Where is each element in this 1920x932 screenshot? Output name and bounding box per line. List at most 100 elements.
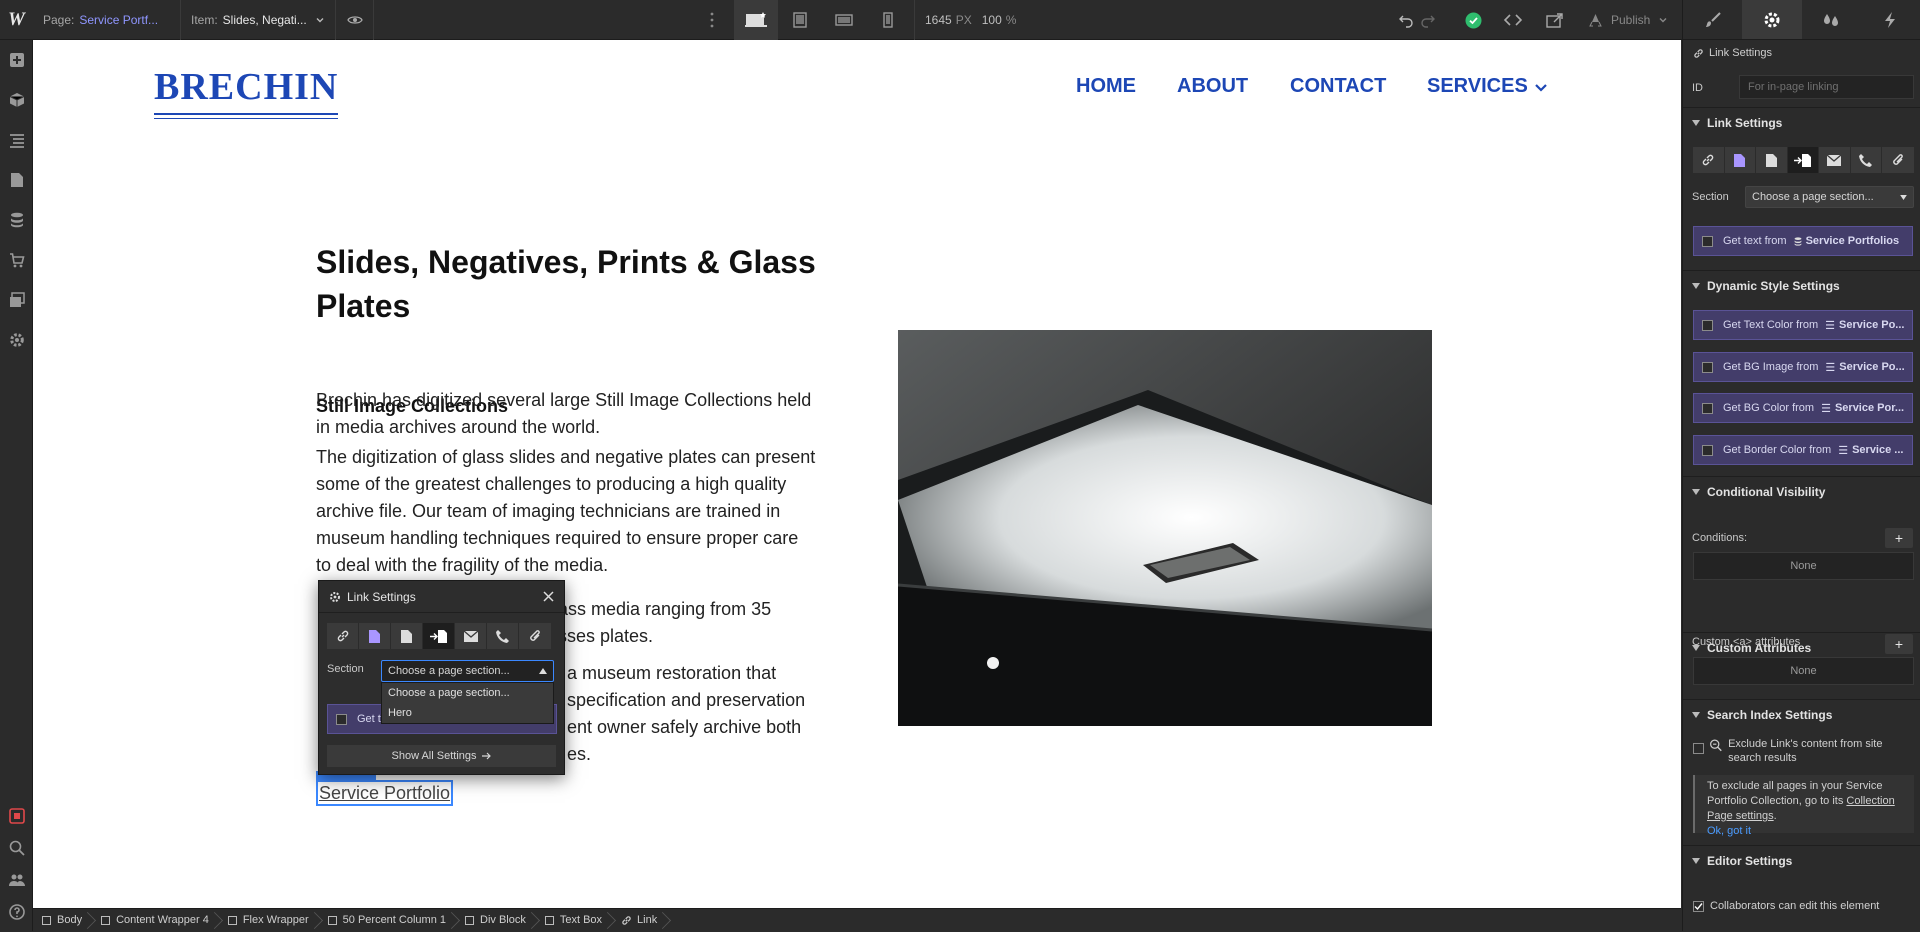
undo-icon[interactable] bbox=[1398, 12, 1414, 28]
tab-interactions[interactable] bbox=[1860, 0, 1920, 40]
email-link-button[interactable] bbox=[455, 623, 487, 649]
link-type-row bbox=[1693, 147, 1914, 173]
add-condition-button[interactable]: + bbox=[1885, 528, 1913, 548]
exclude-search-row[interactable]: Exclude Link's content from site search … bbox=[1693, 737, 1913, 765]
page-selector[interactable]: Page: Service Portf... bbox=[33, 0, 181, 40]
page-link-button[interactable] bbox=[1724, 147, 1756, 173]
dynamic-bg-image-toggle[interactable]: Get BG Image from ☰ Service Po... bbox=[1693, 352, 1913, 382]
design-canvas[interactable]: BRECHIN HOME ABOUT CONTACT SERVICES Slid… bbox=[33, 40, 1681, 908]
add-attribute-button[interactable]: + bbox=[1885, 634, 1913, 654]
breadcrumb-link[interactable]: Link bbox=[612, 909, 667, 932]
url-link-button[interactable] bbox=[1693, 147, 1725, 173]
checkbox[interactable] bbox=[1702, 319, 1713, 331]
checkbox[interactable] bbox=[1702, 402, 1713, 414]
paragraph-4-line4: es. bbox=[567, 744, 592, 764]
page-heading: Slides, Negatives, Prints & Glass Plates bbox=[316, 244, 816, 324]
more-dots-icon[interactable] bbox=[710, 12, 714, 28]
close-icon[interactable] bbox=[543, 591, 554, 602]
popup-section-select[interactable]: Choose a page section... bbox=[381, 660, 554, 682]
service-portfolio-link[interactable]: Service Portfolio bbox=[316, 780, 454, 806]
tab-style-manager[interactable] bbox=[1801, 0, 1861, 40]
breadcrumb-flex-wrapper[interactable]: Flex Wrapper bbox=[219, 909, 319, 932]
breadcrumb-div-block[interactable]: Div Block bbox=[456, 909, 536, 932]
brand-logo[interactable]: BRECHIN bbox=[154, 65, 339, 119]
breadcrumb-column[interactable]: 50 Percent Column 1 bbox=[319, 909, 456, 932]
breadcrumb-body[interactable]: Body bbox=[33, 909, 92, 932]
page-link-button[interactable] bbox=[359, 623, 391, 649]
dynamic-text-color-toggle[interactable]: Get Text Color from ☰ Service Po... bbox=[1693, 310, 1913, 340]
export-icon[interactable] bbox=[1546, 12, 1564, 28]
section-select[interactable]: Choose a page section... bbox=[1745, 186, 1914, 208]
dropdown-option-placeholder[interactable]: Choose a page section... bbox=[382, 683, 553, 703]
cms-button[interactable] bbox=[0, 200, 33, 240]
dynamic-item-source: Service ... bbox=[1852, 444, 1904, 456]
conditional-visibility-section[interactable]: Conditional Visibility bbox=[1683, 476, 1920, 506]
editor-settings-section[interactable]: Editor Settings bbox=[1683, 845, 1920, 875]
mobile-portrait-button[interactable] bbox=[866, 0, 910, 40]
assets-button[interactable] bbox=[0, 280, 33, 320]
dynamic-bg-color-toggle[interactable]: Get BG Color from ☰ Service Por... bbox=[1693, 393, 1913, 423]
preview-button[interactable] bbox=[336, 0, 374, 40]
collection-page-link-button[interactable] bbox=[391, 623, 423, 649]
dynamic-style-section[interactable]: Dynamic Style Settings bbox=[1683, 270, 1920, 300]
publish-button[interactable]: Publish bbox=[1588, 0, 1668, 40]
url-link-button[interactable] bbox=[327, 623, 359, 649]
get-text-from-toggle[interactable]: Get text from Service Portfolios bbox=[1693, 226, 1913, 256]
item-selector[interactable]: Item: Slides, Negati... bbox=[181, 0, 336, 40]
paperclip-icon bbox=[1892, 154, 1903, 165]
nav-home[interactable]: HOME bbox=[1076, 75, 1136, 98]
link-settings-section[interactable]: Link Settings bbox=[1683, 107, 1920, 137]
dynamic-item-source: Service Por... bbox=[1834, 402, 1905, 414]
paragraph-3-line2: sses plates. bbox=[558, 626, 654, 646]
ok-got-it-link[interactable]: Ok, got it bbox=[1707, 824, 1902, 839]
tab-style[interactable] bbox=[1683, 0, 1743, 40]
collection-page-link-button[interactable] bbox=[1756, 147, 1788, 173]
ecommerce-button[interactable] bbox=[0, 240, 33, 280]
code-icon[interactable] bbox=[1503, 12, 1523, 28]
show-all-settings-button[interactable]: Show All Settings bbox=[327, 745, 556, 767]
breadcrumb-label: Flex Wrapper bbox=[242, 914, 309, 926]
tablet-breakpoint-button[interactable] bbox=[778, 0, 822, 40]
checked-checkbox[interactable] bbox=[1693, 900, 1704, 912]
chain-link-icon bbox=[1703, 154, 1714, 166]
checkbox[interactable] bbox=[1702, 361, 1713, 373]
phone-link-button[interactable] bbox=[487, 623, 519, 649]
section-link-button[interactable] bbox=[1787, 147, 1819, 173]
section-link-button[interactable] bbox=[423, 623, 455, 649]
search-index-section[interactable]: Search Index Settings bbox=[1683, 699, 1920, 729]
webflow-logo[interactable]: W bbox=[0, 0, 33, 40]
breadcrumb-content-wrapper[interactable]: Content Wrapper 4 bbox=[92, 909, 219, 932]
nav-about[interactable]: ABOUT bbox=[1177, 75, 1248, 98]
file-link-button[interactable] bbox=[1882, 147, 1914, 173]
desktop-breakpoint-button[interactable] bbox=[734, 0, 778, 40]
id-input[interactable]: For in-page linking bbox=[1739, 75, 1914, 99]
checkbox[interactable] bbox=[1702, 235, 1713, 247]
element-breadcrumbs: Body Content Wrapper 4 Flex Wrapper 50 P… bbox=[33, 908, 1681, 931]
phone-link-button[interactable] bbox=[1850, 147, 1882, 173]
collaborators-edit-row[interactable]: Collaborators can edit this element bbox=[1693, 900, 1879, 912]
dropdown-option-hero[interactable]: Hero bbox=[382, 703, 553, 723]
checkbox[interactable] bbox=[336, 713, 347, 725]
help-button[interactable] bbox=[0, 892, 33, 932]
status-check-icon[interactable] bbox=[1465, 12, 1482, 29]
nav-contact[interactable]: CONTACT bbox=[1290, 75, 1386, 98]
add-elements-button[interactable] bbox=[0, 40, 33, 80]
nav-services[interactable]: SERVICES bbox=[1427, 75, 1548, 98]
dynamic-border-color-toggle[interactable]: Get Border Color from ☰ Service ... bbox=[1693, 435, 1913, 465]
arrow-right-icon bbox=[481, 752, 491, 760]
mobile-landscape-button[interactable] bbox=[822, 0, 866, 40]
navigator-button[interactable] bbox=[0, 120, 33, 160]
checkbox[interactable] bbox=[1702, 444, 1713, 456]
redo-icon[interactable] bbox=[1420, 12, 1436, 28]
breadcrumb-label: Content Wrapper 4 bbox=[116, 914, 209, 926]
tab-settings[interactable] bbox=[1742, 0, 1802, 40]
symbols-button[interactable] bbox=[0, 80, 33, 120]
settings-button[interactable] bbox=[0, 320, 33, 360]
file-link-button[interactable] bbox=[519, 623, 551, 649]
cube-icon bbox=[9, 93, 24, 107]
checkbox[interactable] bbox=[1693, 743, 1704, 754]
email-link-button[interactable] bbox=[1819, 147, 1851, 173]
breadcrumb-text-box[interactable]: Text Box bbox=[536, 909, 612, 932]
pages-button[interactable] bbox=[0, 160, 33, 200]
lightbox-photo[interactable] bbox=[898, 330, 1432, 726]
